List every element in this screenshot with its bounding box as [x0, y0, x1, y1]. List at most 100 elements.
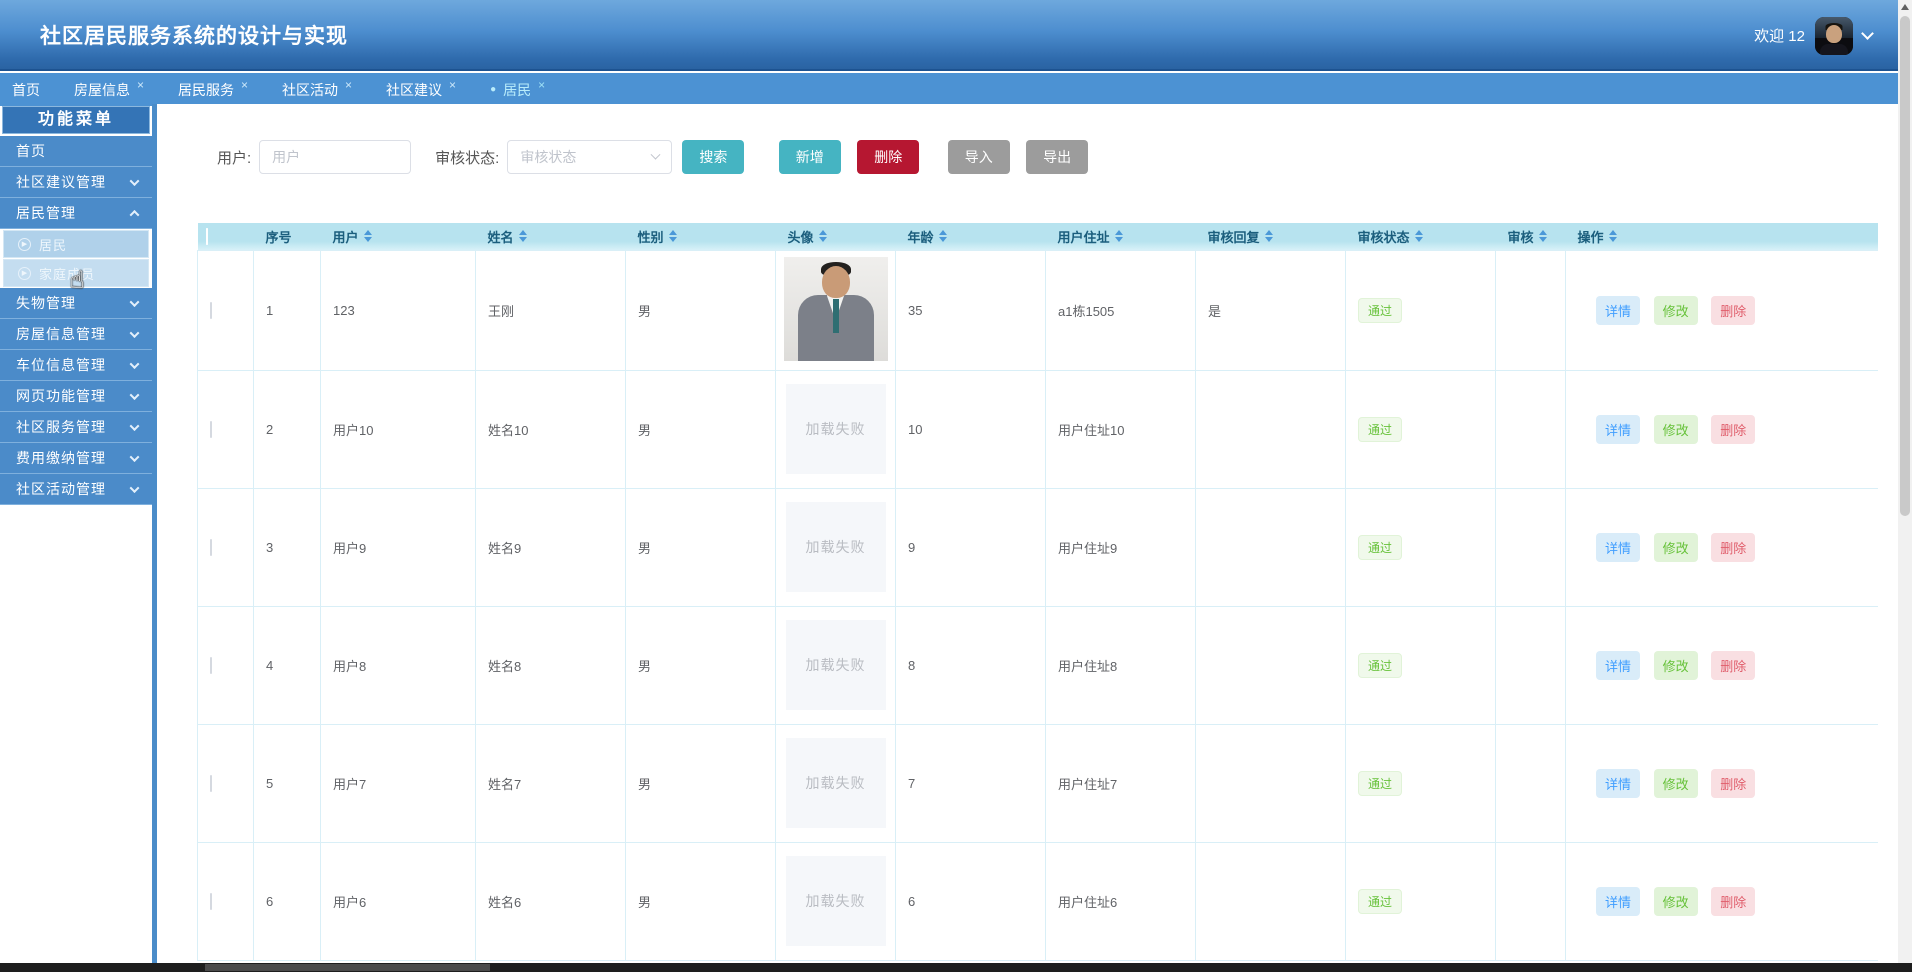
toolbar-button[interactable]: 删除	[857, 140, 920, 174]
sidebar-item[interactable]: ▶ 车位信息管理	[0, 350, 152, 381]
sidebar-item[interactable]: ▶ 社区活动管理	[0, 474, 152, 505]
sidebar-item[interactable]: ▶ 社区建议管理	[0, 167, 152, 198]
column-header[interactable]: 审核	[1495, 223, 1566, 250]
sort-icon[interactable]	[938, 230, 947, 243]
close-icon[interactable]: ×	[137, 79, 144, 91]
chevron-icon	[129, 451, 140, 462]
user-area[interactable]: 欢迎 12	[1754, 0, 1874, 71]
sidebar-item[interactable]: ▶ 居民管理	[0, 198, 152, 229]
tab[interactable]: 首页	[12, 80, 40, 100]
cell-reply: 是	[1195, 249, 1346, 371]
edit-button[interactable]: 修改	[1653, 295, 1698, 325]
detail-button[interactable]: 详情	[1596, 295, 1641, 325]
sort-icon[interactable]	[1264, 230, 1273, 243]
delete-button[interactable]: 删除	[1711, 768, 1756, 798]
sidebar-item[interactable]: ▶ 费用缴纳管理	[0, 443, 152, 474]
cell-actions: 详情 修改 删除	[1565, 723, 1878, 843]
tab[interactable]: ● 居民 ×	[490, 79, 545, 100]
tab[interactable]: 社区建议 ×	[386, 79, 456, 100]
tab[interactable]: 房屋信息 ×	[74, 79, 144, 100]
row-checkbox[interactable]	[210, 301, 212, 319]
edit-button[interactable]: 修改	[1653, 532, 1698, 562]
detail-button[interactable]: 详情	[1596, 650, 1641, 680]
toolbar-button[interactable]: 新增	[778, 140, 841, 174]
sort-icon[interactable]	[668, 230, 677, 243]
toolbar-button[interactable]: 搜索	[682, 140, 745, 174]
detail-button[interactable]: 详情	[1596, 768, 1641, 798]
column-header[interactable]: 头像	[775, 223, 896, 250]
avatar[interactable]	[1815, 16, 1853, 55]
sort-icon[interactable]	[1538, 230, 1547, 243]
sort-icon[interactable]	[1114, 230, 1123, 243]
sidebar-item[interactable]: ▶ 居民	[3, 230, 149, 258]
status-badge: 通过	[1358, 297, 1403, 323]
tab[interactable]: 社区活动 ×	[282, 79, 352, 100]
tab-label: 社区建议	[386, 81, 443, 98]
close-icon[interactable]: ×	[538, 79, 545, 91]
cell-age: 6	[895, 841, 1046, 961]
edit-button[interactable]: 修改	[1653, 414, 1698, 444]
cell-user: 123	[320, 249, 476, 371]
horizontal-scrollbar[interactable]	[0, 963, 1912, 972]
edit-button[interactable]: 修改	[1653, 768, 1698, 798]
horizontal-scroll-thumb[interactable]	[205, 964, 490, 971]
close-icon[interactable]: ×	[345, 79, 352, 91]
column-header[interactable]: 用户	[320, 223, 476, 250]
cell-avatar: 加载失败	[775, 841, 896, 961]
delete-button[interactable]: 删除	[1711, 532, 1756, 562]
table-row: 1 123 王刚 男 加载失败 35	[197, 249, 1878, 371]
cell-status: 通过	[1345, 723, 1496, 843]
close-icon[interactable]: ×	[449, 79, 456, 91]
column-header[interactable]: 审核回复	[1195, 223, 1346, 250]
row-checkbox[interactable]	[210, 538, 212, 556]
detail-button[interactable]: 详情	[1596, 532, 1641, 562]
scroll-up-icon[interactable]	[1901, 4, 1909, 10]
column-header[interactable]: 姓名	[475, 223, 626, 250]
sidebar-item[interactable]: ▶ 网页功能管理	[0, 381, 152, 412]
column-header[interactable]: 年龄	[895, 223, 1046, 250]
delete-button[interactable]: 删除	[1711, 295, 1756, 325]
user-filter-input[interactable]	[259, 140, 412, 174]
delete-button[interactable]: 删除	[1711, 886, 1756, 916]
cell-gender: 男	[625, 723, 776, 843]
cell-reply	[1195, 605, 1346, 725]
detail-button[interactable]: 详情	[1596, 414, 1641, 444]
sort-icon[interactable]	[1608, 230, 1617, 243]
delete-button[interactable]: 删除	[1711, 650, 1756, 680]
column-header[interactable]: 用户住址	[1045, 223, 1196, 250]
row-checkbox[interactable]	[210, 656, 212, 674]
status-filter-select[interactable]: 审核状态	[507, 140, 673, 174]
detail-button[interactable]: 详情	[1596, 886, 1641, 916]
vertical-scrollbar[interactable]	[1898, 0, 1912, 963]
sidebar-title: 功能菜单	[2, 106, 150, 134]
chevron-down-icon[interactable]	[1861, 27, 1874, 40]
row-checkbox[interactable]	[210, 774, 212, 792]
cell-name: 姓名8	[475, 605, 626, 725]
select-all-checkbox[interactable]	[205, 227, 208, 245]
column-header[interactable]: 序号	[253, 223, 321, 250]
toolbar-button[interactable]: 导入	[947, 140, 1010, 174]
vertical-scroll-thumb[interactable]	[1900, 16, 1910, 516]
row-checkbox[interactable]	[210, 420, 212, 438]
sort-icon[interactable]	[363, 230, 372, 243]
edit-button[interactable]: 修改	[1653, 886, 1698, 916]
sort-icon[interactable]	[818, 230, 827, 243]
sort-icon[interactable]	[518, 230, 527, 243]
column-label: 头像	[787, 229, 814, 245]
edit-button[interactable]: 修改	[1653, 650, 1698, 680]
toolbar-button[interactable]: 导出	[1026, 140, 1089, 174]
column-header[interactable]: 性别	[625, 223, 776, 250]
delete-button[interactable]: 删除	[1711, 414, 1756, 444]
column-header[interactable]: 操作	[1565, 223, 1878, 250]
sort-icon[interactable]	[1414, 230, 1423, 243]
sidebar-item[interactable]: ▶ 首页	[0, 136, 152, 167]
tab[interactable]: 居民服务 ×	[178, 79, 248, 100]
sidebar-item[interactable]: ▶ 房屋信息管理	[0, 319, 152, 350]
cell-avatar: 加载失败	[775, 249, 896, 371]
sidebar-item[interactable]: ▶ 社区服务管理	[0, 412, 152, 443]
column-header[interactable]: 审核状态	[1345, 223, 1496, 250]
row-checkbox[interactable]	[210, 892, 212, 910]
close-icon[interactable]: ×	[241, 79, 248, 91]
cell-address: 用户住址8	[1045, 605, 1196, 725]
status-filter-label: 审核状态:	[435, 149, 500, 167]
